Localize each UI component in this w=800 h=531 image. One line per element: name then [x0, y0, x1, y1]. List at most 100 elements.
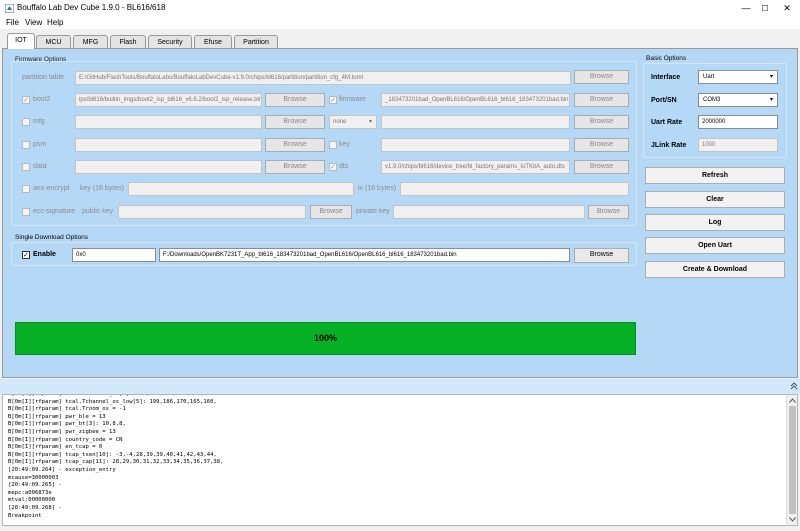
download-file-field[interactable]: F:/Downloads/OpenBK7231T_App_bl616_18347…	[159, 248, 570, 262]
menu-file[interactable]: File	[6, 17, 19, 28]
scroll-thumb[interactable]	[789, 406, 796, 514]
data-browse-button[interactable]: Browse	[265, 160, 325, 174]
firmware-browse-button[interactable]: Browse	[574, 93, 629, 107]
log-button[interactable]: Log	[645, 214, 785, 231]
psm-checkbox[interactable]	[22, 141, 30, 149]
key-checkbox[interactable]	[329, 141, 337, 149]
log-line: mepc:a006873e	[8, 489, 52, 496]
aes-encrypt-checkbox[interactable]	[22, 185, 30, 193]
tab-iot[interactable]: IOT	[7, 33, 35, 49]
tab-security[interactable]: Security	[148, 35, 192, 49]
log-console[interactable]: B[0m[I][rfparam] tcal.Tchannel_os[5]: 18…	[2, 394, 798, 526]
baud-rate-label: Uart Rate	[651, 119, 683, 126]
private-key-browse-button[interactable]: Browse	[588, 205, 629, 219]
port-value: COM3	[703, 97, 721, 103]
mfg-field[interactable]	[75, 115, 262, 129]
log-line: Breakpoint	[8, 512, 42, 519]
menu-view[interactable]: View	[25, 17, 42, 28]
log-line: [20:49:09.265] -	[8, 482, 62, 489]
ecc-signature-label: ecc-signature	[33, 208, 76, 215]
log-scrollbar[interactable]	[786, 395, 797, 525]
mfg-checkbox[interactable]	[22, 118, 30, 126]
basic-options-title: Basic Options	[646, 55, 687, 62]
refresh-button[interactable]: Refresh	[645, 167, 785, 184]
key-browse-button[interactable]: Browse	[574, 138, 629, 152]
jlink-rate-field[interactable]: 1000	[698, 138, 778, 152]
mfg-label: mfg	[33, 118, 45, 125]
dts-field[interactable]: v1.9.0/chips/bl616/device_tree/bl_factor…	[381, 160, 570, 174]
key-field[interactable]	[381, 138, 570, 152]
psm-field[interactable]	[75, 138, 262, 152]
private-key-label: private key	[356, 208, 390, 215]
close-button[interactable]: ✕	[775, 0, 799, 17]
aes-encrypt-label: aes-encrypt	[33, 185, 70, 192]
public-key-field[interactable]	[118, 205, 306, 219]
mfg-select[interactable]: none ▾	[329, 115, 377, 129]
public-key-label: public key	[82, 208, 114, 215]
enable-checkbox[interactable]: ✓	[22, 251, 30, 259]
firmware-field[interactable]: _183473201bad_OpenBL616/OpenBL616_bl616_…	[381, 93, 570, 107]
port-select[interactable]: COM3 ▾	[698, 93, 778, 107]
data-field[interactable]	[75, 160, 262, 174]
log-line: B[0m[I][rfparam] tcal.Troom_os = -1	[8, 406, 126, 413]
partition-browse-button[interactable]: Browse	[574, 70, 629, 84]
partition-table-label: partition table	[22, 74, 65, 81]
interface-label: Interface	[651, 74, 681, 81]
tab-efuse[interactable]: Efuse	[194, 35, 232, 49]
aes-key-label: key (16 bytes)	[80, 185, 124, 192]
tab-flash[interactable]: Flash	[110, 35, 146, 49]
aes-key-field[interactable]	[128, 182, 354, 196]
interface-select[interactable]: Uart ▾	[698, 70, 778, 84]
boot2-label: boot2	[33, 96, 51, 103]
tab-mcu[interactable]: MCU	[36, 35, 71, 49]
private-key-field[interactable]	[393, 205, 585, 219]
data-checkbox[interactable]	[22, 163, 30, 171]
mfg-browse-button-2[interactable]: Browse	[574, 115, 629, 129]
boot2-browse-button[interactable]: Browse	[265, 93, 325, 107]
interface-value: Uart	[703, 74, 715, 80]
firmware-checkbox[interactable]: ✓	[329, 96, 337, 104]
scroll-up-icon[interactable]	[789, 398, 796, 403]
jlink-rate-label: JLink Rate	[651, 142, 687, 149]
menu-help[interactable]: Help	[47, 17, 63, 28]
create-download-button[interactable]: Create & Download	[645, 261, 785, 278]
log-line: [20:49:09.268] -	[8, 504, 62, 511]
firmware-options-title: Firmware Options	[15, 56, 67, 63]
download-address-field[interactable]: 0x0	[72, 248, 156, 262]
mfg-field-2[interactable]	[381, 115, 570, 129]
psm-label: psm	[33, 141, 47, 148]
dts-checkbox[interactable]: ✓	[329, 163, 337, 171]
splitter-toggle-icon[interactable]	[790, 382, 798, 390]
dts-browse-button[interactable]: Browse	[574, 160, 629, 174]
aes-iv-field[interactable]	[400, 182, 629, 196]
public-key-browse-button[interactable]: Browse	[310, 205, 352, 219]
maximize-button[interactable]: ☐	[753, 0, 777, 17]
ecc-signature-checkbox[interactable]	[22, 208, 30, 216]
panel-splitter[interactable]	[0, 379, 800, 394]
boot2-checkbox[interactable]: ✓	[22, 96, 30, 104]
tab-mfg[interactable]: MFG	[73, 35, 108, 49]
tab-partition[interactable]: Partition	[234, 35, 278, 49]
aes-iv-label: iv (16 bytes)	[358, 185, 397, 192]
log-line: B[0m[I][rfparam] pwr_ble = 13	[8, 413, 106, 420]
title-bar: Bouffalo Lab Dev Cube 1.9.0 - BL616/618 …	[0, 0, 800, 17]
scroll-down-icon[interactable]	[789, 517, 796, 522]
tab-bar: IOT MCU MFG Flash Security Efuse Partiti…	[0, 29, 800, 49]
open-uart-button[interactable]: Open Uart	[645, 237, 785, 254]
single-download-title: Single Download Options	[15, 234, 88, 241]
download-browse-button[interactable]: Browse	[574, 248, 629, 263]
psm-browse-button[interactable]: Browse	[265, 138, 325, 152]
port-label: Port/SN	[651, 97, 677, 104]
status-strip	[0, 526, 800, 531]
mfg-browse-button[interactable]: Browse	[265, 115, 325, 129]
key-label: key	[339, 141, 350, 148]
chevron-down-icon: ▾	[368, 119, 372, 125]
clear-button[interactable]: Clear	[645, 191, 785, 208]
log-line: [20:49:09.264] - exception_entry	[8, 466, 116, 473]
log-line: B[0m[I][rfparam] country_code = CN	[8, 436, 123, 443]
partition-table-field[interactable]: E:/GitHub/FlashTools/BouffaloLabs/Bouffa…	[75, 71, 571, 85]
log-line: B[0m[I][rfparam] en_tcap = 0	[8, 444, 103, 451]
chevron-down-icon: ▾	[769, 74, 773, 80]
baud-rate-field[interactable]: 2000000	[698, 115, 778, 129]
boot2-field[interactable]: ips/bl616/builtin_imgs/boot2_isp_bl616_v…	[75, 93, 262, 107]
